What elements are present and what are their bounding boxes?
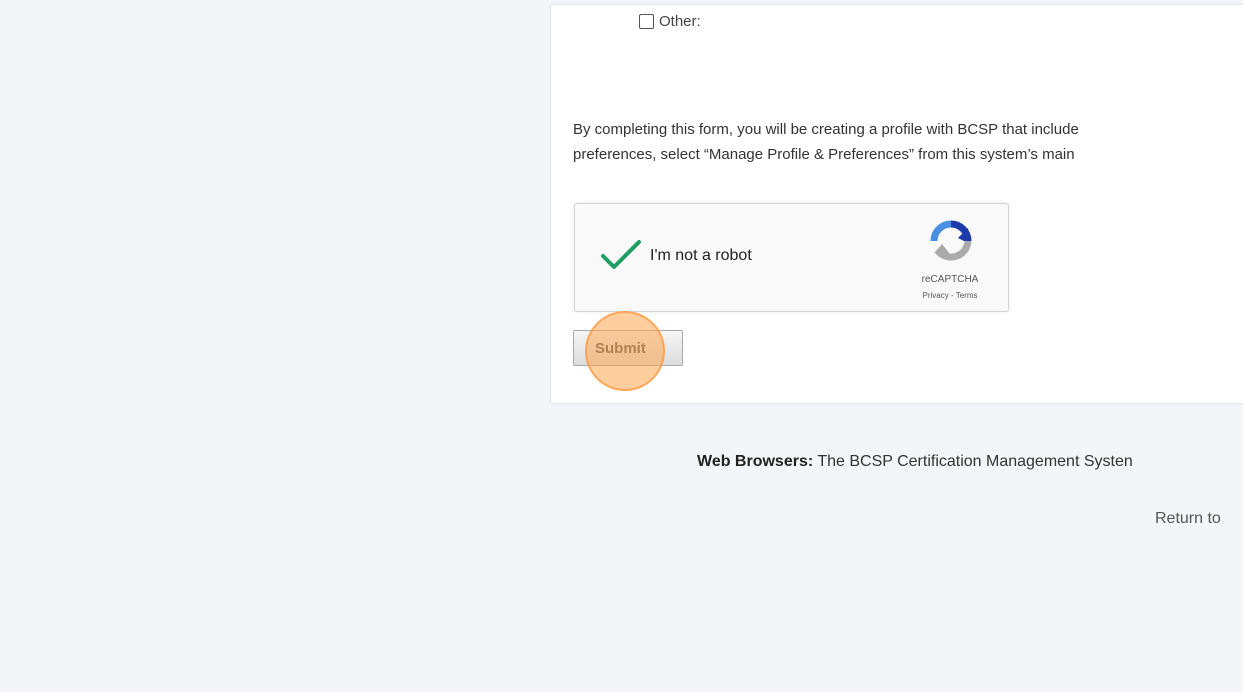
web-browsers-text: The BCSP Certification Management Systen — [813, 453, 1133, 470]
consent-line-1: By completing this form, you will be cre… — [573, 121, 1079, 138]
submit-button[interactable]: Submit — [573, 330, 683, 366]
recaptcha-brand: reCAPTCHA — [921, 274, 979, 285]
recaptcha-label: I'm not a robot — [650, 247, 752, 264]
return-link[interactable]: Return to — [1155, 510, 1221, 528]
recaptcha-widget[interactable]: I'm not a robot reCAPTCHA Privacy - Term… — [574, 203, 1009, 312]
other-option[interactable]: Other: — [639, 13, 701, 30]
web-browsers-notice: Web Browsers: The BCSP Certification Man… — [697, 453, 1133, 471]
other-option-label: Other: — [659, 13, 701, 30]
other-checkbox[interactable] — [639, 14, 654, 29]
consent-text: By completing this form, you will be cre… — [573, 117, 1243, 167]
recaptcha-privacy-link[interactable]: Privacy — [923, 291, 949, 300]
checkmark-icon[interactable] — [599, 238, 643, 277]
web-browsers-heading: Web Browsers: — [697, 453, 814, 470]
recaptcha-links: Privacy - Terms — [905, 291, 995, 300]
registration-form-panel: Other: By completing this form, you will… — [550, 4, 1243, 404]
recaptcha-terms-link[interactable]: Terms — [956, 291, 978, 300]
recaptcha-link-separator: - — [948, 291, 956, 300]
consent-line-2: preferences, select “Manage Profile & Pr… — [573, 146, 1075, 163]
recaptcha-logo-icon — [930, 220, 972, 267]
